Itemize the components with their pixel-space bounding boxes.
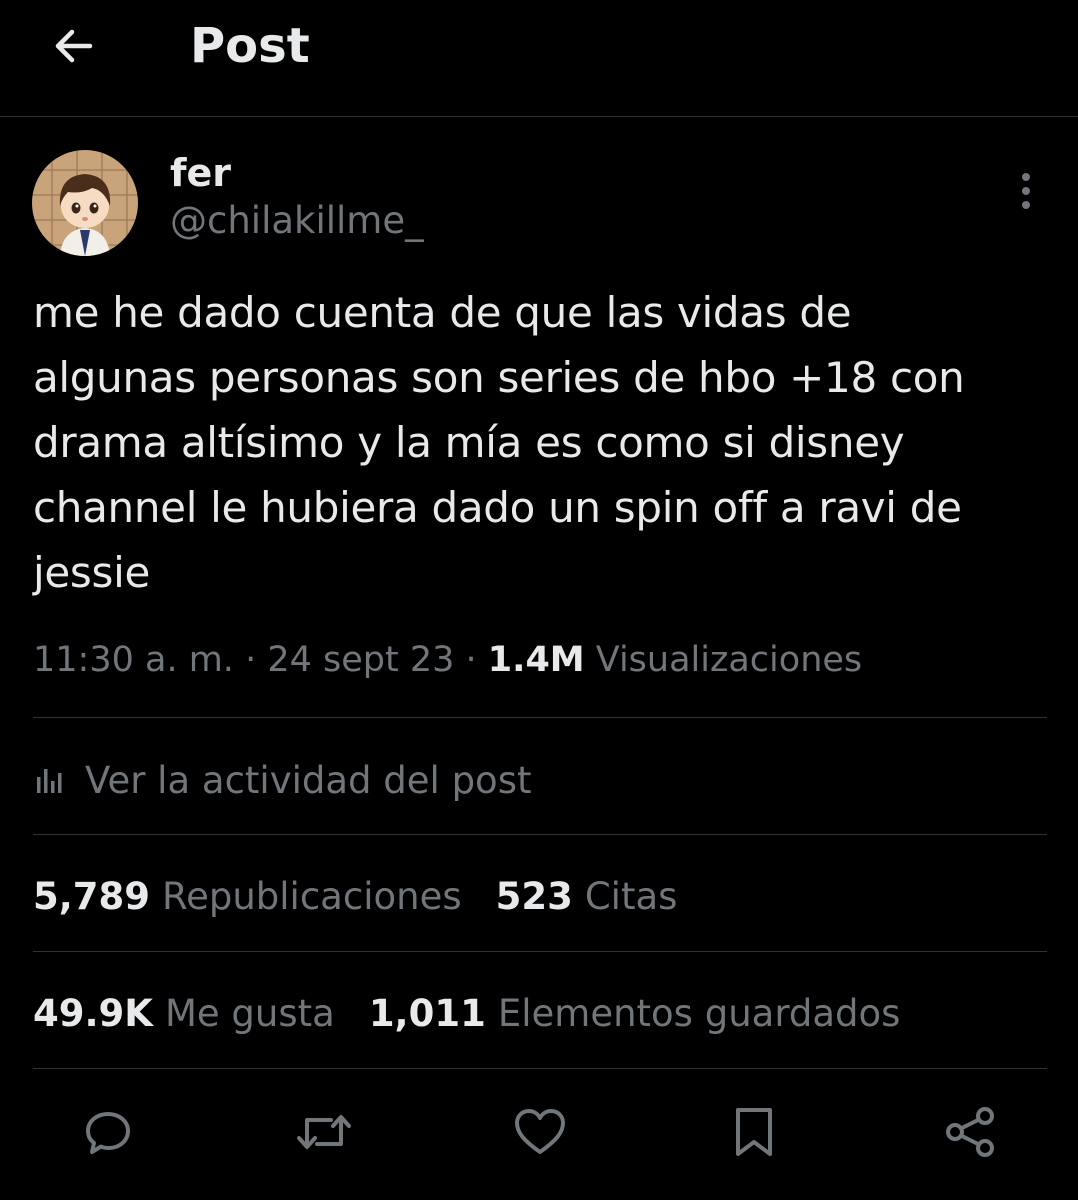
repost-icon bbox=[297, 1115, 351, 1149]
back-button[interactable] bbox=[44, 18, 104, 74]
activity-label: Ver la actividad del post bbox=[85, 758, 532, 802]
divider bbox=[33, 1068, 1047, 1069]
stats-row-likes: 49.9K Me gusta 1,011 Elementos guardados bbox=[33, 985, 934, 1041]
view-post-activity-link[interactable]: Ver la actividad del post bbox=[33, 752, 531, 808]
bookmarks-label: Elementos guardados bbox=[497, 991, 901, 1035]
post-meta: 11:30 a. m. · 24 sept 23 · 1.4M Visualiz… bbox=[33, 634, 862, 686]
post-date[interactable]: 24 sept 23 bbox=[267, 640, 454, 680]
divider bbox=[33, 834, 1047, 835]
divider bbox=[33, 717, 1047, 718]
bookmark-icon bbox=[736, 1108, 772, 1156]
page-title: Post bbox=[190, 18, 310, 74]
reposts-stat[interactable]: 5,789 Republicaciones bbox=[33, 875, 462, 918]
likes-stat[interactable]: 49.9K Me gusta bbox=[33, 992, 335, 1035]
bookmark-button[interactable] bbox=[722, 1100, 786, 1164]
author-display-name[interactable]: fer bbox=[170, 150, 231, 196]
meta-separator: · bbox=[465, 640, 477, 680]
analytics-icon bbox=[37, 769, 62, 793]
like-button[interactable] bbox=[508, 1100, 572, 1164]
avatar[interactable] bbox=[32, 150, 138, 256]
repost-button[interactable] bbox=[292, 1100, 356, 1164]
post-action-bar bbox=[0, 1100, 1078, 1164]
views-label: Visualizaciones bbox=[595, 640, 863, 680]
post-text: me he dado cuenta de que las vidas de al… bbox=[33, 288, 965, 597]
reply-button[interactable] bbox=[76, 1100, 140, 1164]
likes-label: Me gusta bbox=[164, 991, 335, 1035]
author-handle[interactable]: @chilakillme_ bbox=[170, 198, 424, 244]
share-icon bbox=[946, 1107, 994, 1157]
arrow-left-icon bbox=[55, 29, 93, 63]
reply-icon bbox=[86, 1112, 130, 1154]
heart-icon bbox=[515, 1109, 565, 1154]
stats-row-reposts: 5,789 Republicaciones 523 Citas bbox=[33, 868, 711, 924]
reposts-label: Republicaciones bbox=[162, 874, 462, 918]
bookmarks-count: 1,011 bbox=[368, 991, 486, 1035]
avatar-image bbox=[32, 150, 138, 256]
quotes-stat[interactable]: 523 Citas bbox=[496, 875, 678, 918]
quotes-label: Citas bbox=[584, 874, 678, 918]
divider bbox=[33, 951, 1047, 952]
more-vertical-icon bbox=[1022, 173, 1030, 209]
post-time[interactable]: 11:30 a. m. bbox=[33, 640, 234, 680]
top-app-bar: Post bbox=[0, 0, 1078, 117]
more-options-button[interactable] bbox=[1006, 168, 1046, 214]
likes-count: 49.9K bbox=[33, 991, 153, 1035]
meta-separator: · bbox=[245, 640, 257, 680]
reposts-count: 5,789 bbox=[33, 874, 151, 918]
share-button[interactable] bbox=[938, 1100, 1002, 1164]
quotes-count: 523 bbox=[495, 874, 573, 918]
views-count: 1.4M bbox=[487, 640, 585, 680]
bookmarks-stat[interactable]: 1,011 Elementos guardados bbox=[369, 992, 901, 1035]
